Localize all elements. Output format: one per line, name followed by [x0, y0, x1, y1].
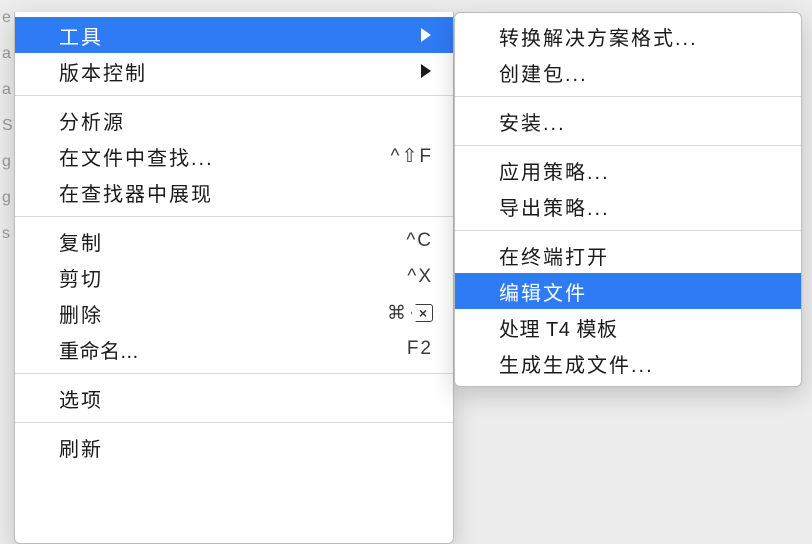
delete-key-icon: [411, 304, 433, 322]
menu-shortcut: ^C: [406, 230, 433, 252]
menu-reveal-in-finder[interactable]: 在查找器中展现: [15, 174, 453, 210]
menu-separator: [455, 145, 801, 146]
submenu-process-t4[interactable]: 处理 T4 模板: [455, 309, 801, 345]
submenu-install[interactable]: 安装...: [455, 103, 801, 139]
menu-separator: [455, 96, 801, 97]
menu-item-label: 分析源: [59, 106, 433, 135]
context-menu-sub: 转换解决方案格式... 创建包... 安装... 应用策略... 导出策略... 在终端打…: [454, 12, 802, 387]
menu-item-label: 编辑文件: [499, 277, 781, 306]
menu-item-label: 导出策略...: [499, 192, 781, 221]
menu-shortcut: ^X: [407, 266, 433, 288]
menu-shortcut: F2: [407, 338, 433, 360]
menu-item-label: 删除: [59, 299, 387, 328]
menu-item-label: 应用策略...: [499, 156, 781, 185]
menu-separator: [15, 95, 453, 96]
submenu-edit-file[interactable]: 编辑文件: [455, 273, 801, 309]
menu-item-label: 转换解决方案格式...: [499, 22, 781, 51]
submenu-arrow-icon: [421, 28, 431, 42]
background-fragment: e a a S g g s: [0, 0, 13, 252]
menu-item-label: 重命名...: [59, 335, 407, 364]
menu-item-label: 在终端打开: [499, 241, 781, 270]
menu-cut[interactable]: 剪切^X: [15, 259, 453, 295]
submenu-convert-solution-format[interactable]: 转换解决方案格式...: [455, 18, 801, 54]
menu-find-in-files[interactable]: 在文件中查找...^⇧F: [15, 138, 453, 174]
menu-delete[interactable]: 删除⌘: [15, 295, 453, 331]
menu-rename[interactable]: 重命名...F2: [15, 331, 453, 367]
menu-tools[interactable]: 工具: [15, 17, 453, 53]
menu-copy[interactable]: 复制^C: [15, 223, 453, 259]
menu-analyze-source[interactable]: 分析源: [15, 102, 453, 138]
menu-item-label: 选项: [59, 384, 433, 413]
submenu-apply-policy[interactable]: 应用策略...: [455, 152, 801, 188]
submenu-export-policy[interactable]: 导出策略...: [455, 188, 801, 224]
submenu-generate-makefile[interactable]: 生成生成文件...: [455, 345, 801, 381]
menu-item-label: 创建包...: [499, 58, 781, 87]
menu-shortcut: ⌘: [387, 302, 433, 325]
menu-item-label: 剪切: [59, 263, 407, 292]
menu-item-label: 在查找器中展现: [59, 178, 433, 207]
menu-separator: [15, 373, 453, 374]
submenu-create-package[interactable]: 创建包...: [455, 54, 801, 90]
submenu-open-in-terminal[interactable]: 在终端打开: [455, 237, 801, 273]
menu-options[interactable]: 选项: [15, 380, 453, 416]
menu-separator: [15, 216, 453, 217]
menu-item-label: 安装...: [499, 107, 781, 136]
menu-refresh[interactable]: 刷新: [15, 429, 453, 465]
menu-version-control[interactable]: 版本控制: [15, 53, 453, 89]
menu-item-label: 在文件中查找...: [59, 142, 391, 171]
menu-item-label: 刷新: [59, 433, 433, 462]
menu-separator: [455, 230, 801, 231]
menu-shortcut: ^⇧F: [391, 145, 433, 168]
menu-item-label: 处理 T4 模板: [499, 313, 781, 342]
menu-item-label: 版本控制: [59, 57, 421, 86]
menu-item-label: 复制: [59, 227, 406, 256]
menu-item-label: 生成生成文件...: [499, 349, 781, 378]
submenu-arrow-icon: [421, 64, 431, 78]
context-menu-main: 工具版本控制分析源在文件中查找...^⇧F在查找器中展现复制^C剪切^X删除⌘重…: [14, 12, 454, 544]
menu-item-label: 工具: [59, 21, 421, 50]
menu-separator: [15, 422, 453, 423]
